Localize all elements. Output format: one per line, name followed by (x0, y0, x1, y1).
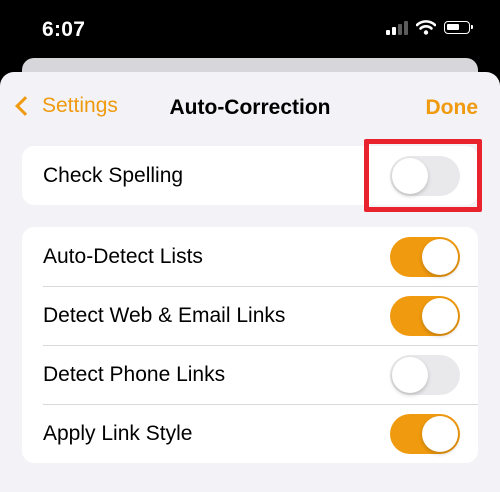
setting-row-apply-link-style: Apply Link Style (22, 404, 478, 463)
setting-row-detect-phone-links: Detect Phone Links (22, 345, 478, 404)
status-icons (386, 20, 473, 35)
detect-phone-links-toggle[interactable] (390, 355, 460, 395)
cellular-signal-icon (386, 20, 408, 35)
auto-detect-lists-toggle[interactable] (390, 237, 460, 277)
setting-label: Detect Phone Links (43, 362, 226, 386)
setting-label: Detect Web & Email Links (43, 303, 286, 327)
highlight-box (364, 139, 482, 212)
wifi-icon (416, 20, 436, 35)
toggle-knob (422, 298, 458, 334)
setting-row-auto-detect-lists: Auto-Detect Lists (22, 227, 478, 286)
toggle-knob (392, 357, 428, 393)
setting-label: Auto-Detect Lists (43, 244, 203, 268)
setting-label: Check Spelling (43, 163, 184, 187)
status-time: 6:07 (42, 18, 86, 41)
detect-web-email-links-toggle[interactable] (390, 296, 460, 336)
link-settings-group: Auto-Detect Lists Detect Web & Email Lin… (22, 227, 478, 463)
battery-icon (444, 21, 473, 34)
toggle-knob (422, 416, 458, 452)
setting-label: Apply Link Style (43, 421, 193, 445)
navigation-bar: Settings Auto-Correction Done (0, 72, 500, 144)
toggle-knob (422, 239, 458, 275)
done-button[interactable]: Done (426, 96, 479, 120)
setting-row-detect-web-email-links: Detect Web & Email Links (22, 286, 478, 345)
apply-link-style-toggle[interactable] (390, 414, 460, 454)
auto-correction-sheet: Settings Auto-Correction Done Check Spel… (0, 72, 500, 492)
